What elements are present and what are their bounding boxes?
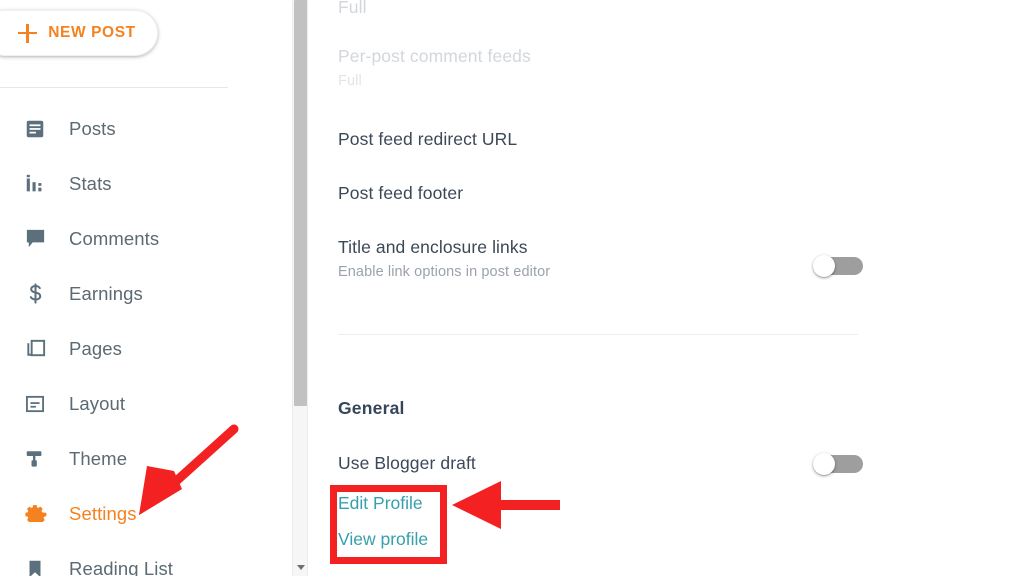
setting-row-post-feed-redirect-url[interactable]: Post feed redirect URL [338,129,517,150]
earnings-icon [22,281,48,307]
toggle-knob [813,255,835,277]
sidebar-item-label: Posts [69,117,116,139]
sidebar-item-label: Layout [69,392,126,414]
setting-value: Full [338,73,362,89]
blogger-settings-screen: NEW POST Posts Stats Comments Earnings P… [0,0,1024,576]
gear-icon [22,501,48,527]
sidebar-item-label: Reading List [69,557,174,576]
settings-content: Full Per-post comment feeds Full Post fe… [309,0,1024,576]
setting-title: Per-post comment feeds [338,46,531,66]
setting-description: Enable link options in post editor [338,264,551,280]
new-post-button[interactable]: NEW POST [0,10,158,56]
layout-icon [22,391,48,417]
use-blogger-draft-toggle[interactable] [813,453,863,475]
sidebar-item-settings[interactable]: Settings [0,486,287,541]
sidebar-item-theme[interactable]: Theme [0,431,287,486]
sidebar-item-label: Earnings [69,282,143,304]
sidebar-item-comments[interactable]: Comments [0,211,287,266]
bookmark-icon [22,556,48,576]
section-divider [338,334,858,335]
setting-row-title-and-enclosure-links[interactable]: Title and enclosure links Enable link op… [338,237,550,280]
toggle-knob [813,453,835,475]
sidebar-nav: Posts Stats Comments Earnings Pages Layo… [0,101,287,576]
sidebar-item-label: Theme [69,447,128,469]
sidebar-item-label: Pages [69,337,122,359]
scrollbar-down-arrow-button[interactable] [293,558,309,576]
sidebar-scrollbar[interactable] [292,0,308,576]
setting-row-full-top: Full [338,0,367,18]
view-profile-link[interactable]: View profile [338,529,428,550]
sidebar-item-earnings[interactable]: Earnings [0,266,287,321]
pages-icon [22,336,48,362]
sidebar-item-posts[interactable]: Posts [0,101,287,156]
setting-title: Full [338,0,367,17]
sidebar-item-label: Comments [69,227,160,249]
chevron-down-icon [297,564,305,570]
setting-title: Post feed redirect URL [338,129,518,149]
posts-icon [22,116,48,142]
scrollbar-thumb[interactable] [294,0,307,406]
setting-row-use-blogger-draft[interactable]: Use Blogger draft [338,453,476,474]
sidebar-item-reading-list[interactable]: Reading List [0,541,287,576]
plus-icon [18,23,38,43]
sidebar-item-label: Stats [69,172,112,194]
new-post-button-label: NEW POST [48,24,136,41]
sidebar-item-layout[interactable]: Layout [0,376,287,431]
setting-title: Title and enclosure links [338,237,528,257]
comments-icon [22,226,48,252]
sidebar-item-stats[interactable]: Stats [0,156,287,211]
setting-row-per-post-comment-feeds[interactable]: Per-post comment feeds Full [338,46,531,89]
setting-title: Post feed footer [338,183,464,203]
stats-icon [22,171,48,197]
theme-icon [22,446,48,472]
title-and-enclosure-links-toggle[interactable] [813,255,863,277]
sidebar-item-label: Settings [69,502,137,524]
sidebar-item-pages[interactable]: Pages [0,321,287,376]
setting-title: Use Blogger draft [338,453,476,473]
section-heading-general: General [338,398,405,418]
setting-row-post-feed-footer[interactable]: Post feed footer [338,183,463,204]
edit-profile-link[interactable]: Edit Profile [338,493,423,514]
sidebar: NEW POST Posts Stats Comments Earnings P… [0,0,287,576]
sidebar-divider [0,87,228,88]
